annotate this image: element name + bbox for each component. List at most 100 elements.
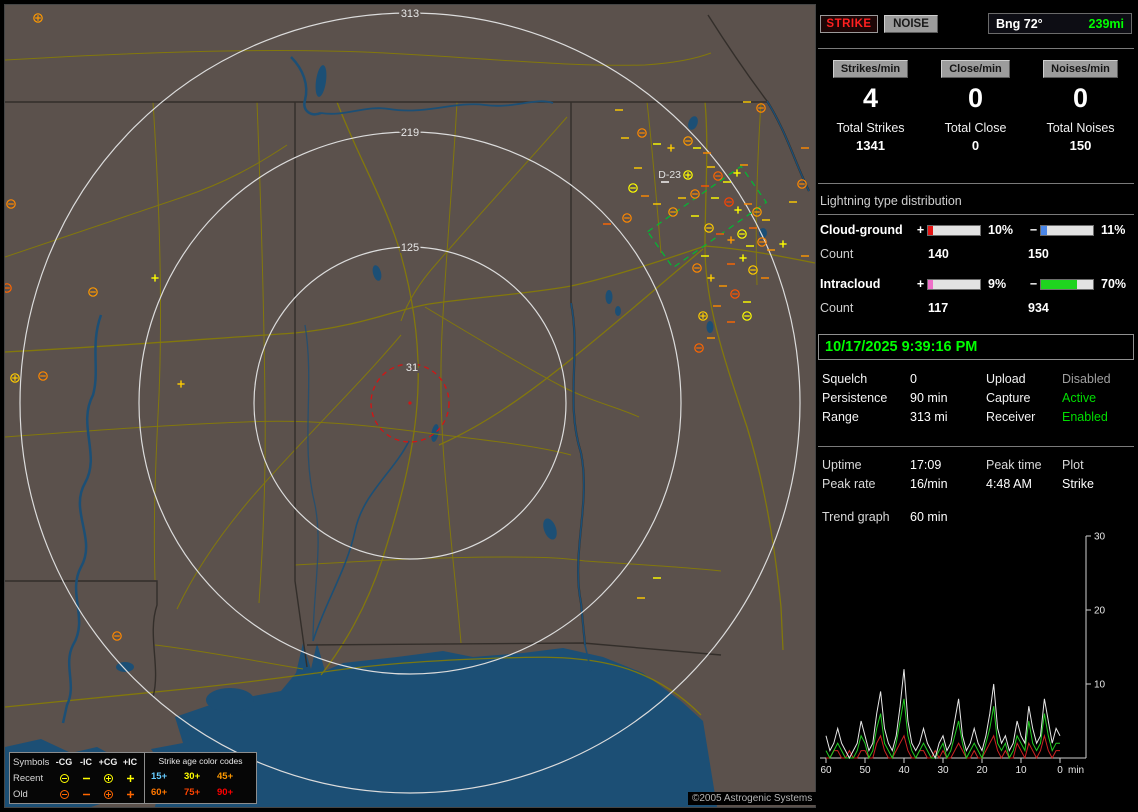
strikes-per-min-value: 4: [862, 83, 879, 113]
noise-toggle-button[interactable]: NOISE: [884, 15, 938, 33]
copyright-notice: ©2005 Astrogenic Systems: [688, 792, 817, 805]
receiver-value: Enabled: [1062, 410, 1108, 424]
divider: [818, 183, 1134, 184]
capture-label: Capture: [986, 391, 1031, 405]
intracloud-label: Intracloud: [820, 277, 881, 291]
trend-graph-label: Trend graph: [822, 510, 890, 524]
total-strikes-value: 1341: [856, 138, 885, 153]
ic-positive-bar: [927, 278, 981, 290]
divider: [818, 214, 1134, 215]
noises-per-min-value: 0: [1072, 83, 1089, 113]
close-per-min-chip: Close/min: [941, 60, 1010, 78]
sidebar: STRIKE NOISE Bng 72° 239mi Strikes/min 4…: [818, 0, 1134, 812]
minus-sign: −: [1029, 277, 1038, 291]
range-label: Range: [822, 410, 859, 424]
strikes-per-min-chip: Strikes/min: [832, 60, 909, 78]
close-per-min-value: 0: [967, 83, 984, 113]
svg-text:40: 40: [898, 765, 910, 776]
trend-graph-header: Trend graph 60 min: [822, 510, 1132, 524]
close-rate-column: Close/min 0 Total Close 0: [923, 60, 1028, 153]
total-noises-label: Total Noises: [1046, 121, 1115, 135]
svg-text:10: 10: [1094, 680, 1106, 691]
ring-label-219: 219: [401, 127, 419, 139]
range-value: 313 mi: [910, 410, 948, 424]
ic-negative-count: 934: [1028, 301, 1049, 315]
svg-text:20: 20: [976, 765, 988, 776]
map-svg[interactable]: 313 219 125 31 D-23: [5, 5, 815, 807]
peak-rate-value: 16/min: [910, 477, 948, 491]
total-strikes-label: Total Strikes: [836, 121, 905, 135]
svg-text:20: 20: [1094, 606, 1106, 617]
ring-label-31: 31: [406, 362, 418, 374]
legend-col-neg-ic: -IC: [80, 757, 92, 767]
distribution-title: Lightning type distribution: [820, 194, 962, 208]
datetime-display: 10/17/2025 9:39:16 PM: [818, 334, 1134, 360]
map-legend: Symbols -CG -IC +CG +IC Recent Old Strik…: [9, 752, 257, 804]
divider: [818, 48, 1134, 49]
age-code-15: 15+: [151, 770, 168, 782]
age-code-90: 90+: [217, 786, 234, 798]
svg-text:50: 50: [859, 765, 871, 776]
noises-per-min-chip: Noises/min: [1043, 60, 1118, 78]
divider: [818, 446, 1134, 447]
minus-icon: [75, 773, 97, 784]
cg-positive-count: 140: [928, 247, 949, 261]
cloud-ground-count-row: Count 140 150: [820, 246, 1132, 262]
storm-cell-label: D-23: [658, 169, 681, 181]
total-close-value: 0: [971, 138, 980, 153]
receiver-label: Receiver: [986, 410, 1036, 424]
minus-icon: [75, 789, 97, 800]
distance-readout: 239mi: [1088, 16, 1124, 31]
session-stats-grid: Uptime 17:09 Peak time Plot Peak rate 16…: [822, 458, 1132, 491]
receiver-location-marker: [408, 401, 412, 405]
uptime-value: 17:09: [910, 458, 942, 472]
count-label: Count: [820, 247, 854, 261]
svg-text:30: 30: [1094, 532, 1106, 543]
minus-sign: −: [1029, 223, 1038, 237]
bearing-readout: Bng 72°: [996, 16, 1043, 31]
plus-icon: [119, 773, 141, 784]
legend-symbols-title: Symbols: [13, 756, 50, 768]
plus-sign: +: [916, 223, 925, 237]
svg-text:min: min: [1068, 765, 1084, 776]
peak-time-label: Peak time: [986, 458, 1042, 472]
rates-section: Strikes/min 4 Total Strikes 1341 Close/m…: [818, 60, 1134, 153]
cg-negative-count: 150: [1028, 247, 1049, 261]
count-label: Count: [820, 301, 854, 315]
uptime-label: Uptime: [822, 458, 862, 472]
intracloud-count-row: Count 117 934: [820, 300, 1132, 316]
peak-rate-label: Peak rate: [822, 477, 876, 491]
map-panel: 313 219 125 31 D-23: [4, 4, 816, 808]
peak-time-value: 4:48 AM: [986, 477, 1032, 491]
legend-symbols-table: Symbols -CG -IC +CG +IC Recent Old: [10, 753, 144, 803]
circle-plus-icon: [97, 789, 119, 800]
trend-series: [825, 669, 1061, 760]
capture-value: Active: [1062, 391, 1097, 405]
ic-negative-pct: 70%: [1101, 277, 1127, 291]
legend-age-codes: Strike age color codes 15+ 30+ 45+ 60+ 7…: [144, 753, 256, 803]
legend-col-pos-cg: +CG: [98, 757, 118, 767]
plus-sign: +: [916, 277, 925, 291]
upload-value: Disabled: [1062, 372, 1111, 386]
cloud-ground-row: Cloud-ground + 10% − 11%: [820, 222, 1132, 238]
strike-toggle-button[interactable]: STRIKE: [820, 15, 878, 33]
ring-label-125: 125: [401, 242, 419, 254]
trend-window-value: 60 min: [910, 510, 948, 524]
age-codes-title: Strike age color codes: [158, 756, 243, 766]
strikes-rate-column: Strikes/min 4 Total Strikes 1341: [818, 60, 923, 153]
legend-col-pos-ic: +IC: [122, 757, 138, 767]
legend-old-label: Old: [13, 788, 28, 800]
age-code-60: 60+: [151, 786, 168, 798]
legend-recent-label: Recent: [13, 772, 44, 784]
receiver-status-grid: Squelch 0 Upload Disabled Persistence 90…: [822, 372, 1132, 424]
ic-positive-pct: 9%: [988, 277, 1007, 291]
cg-negative-pct: 11%: [1101, 223, 1126, 237]
age-code-30: 30+: [184, 770, 201, 782]
ic-positive-count: 117: [928, 301, 949, 315]
ic-negative-bar: [1040, 278, 1094, 290]
ring-label-313: 313: [401, 8, 419, 20]
cloud-ground-label: Cloud-ground: [820, 223, 903, 237]
upload-label: Upload: [986, 372, 1026, 386]
plot-value: Strike: [1062, 477, 1094, 491]
age-code-45: 45+: [217, 770, 234, 782]
